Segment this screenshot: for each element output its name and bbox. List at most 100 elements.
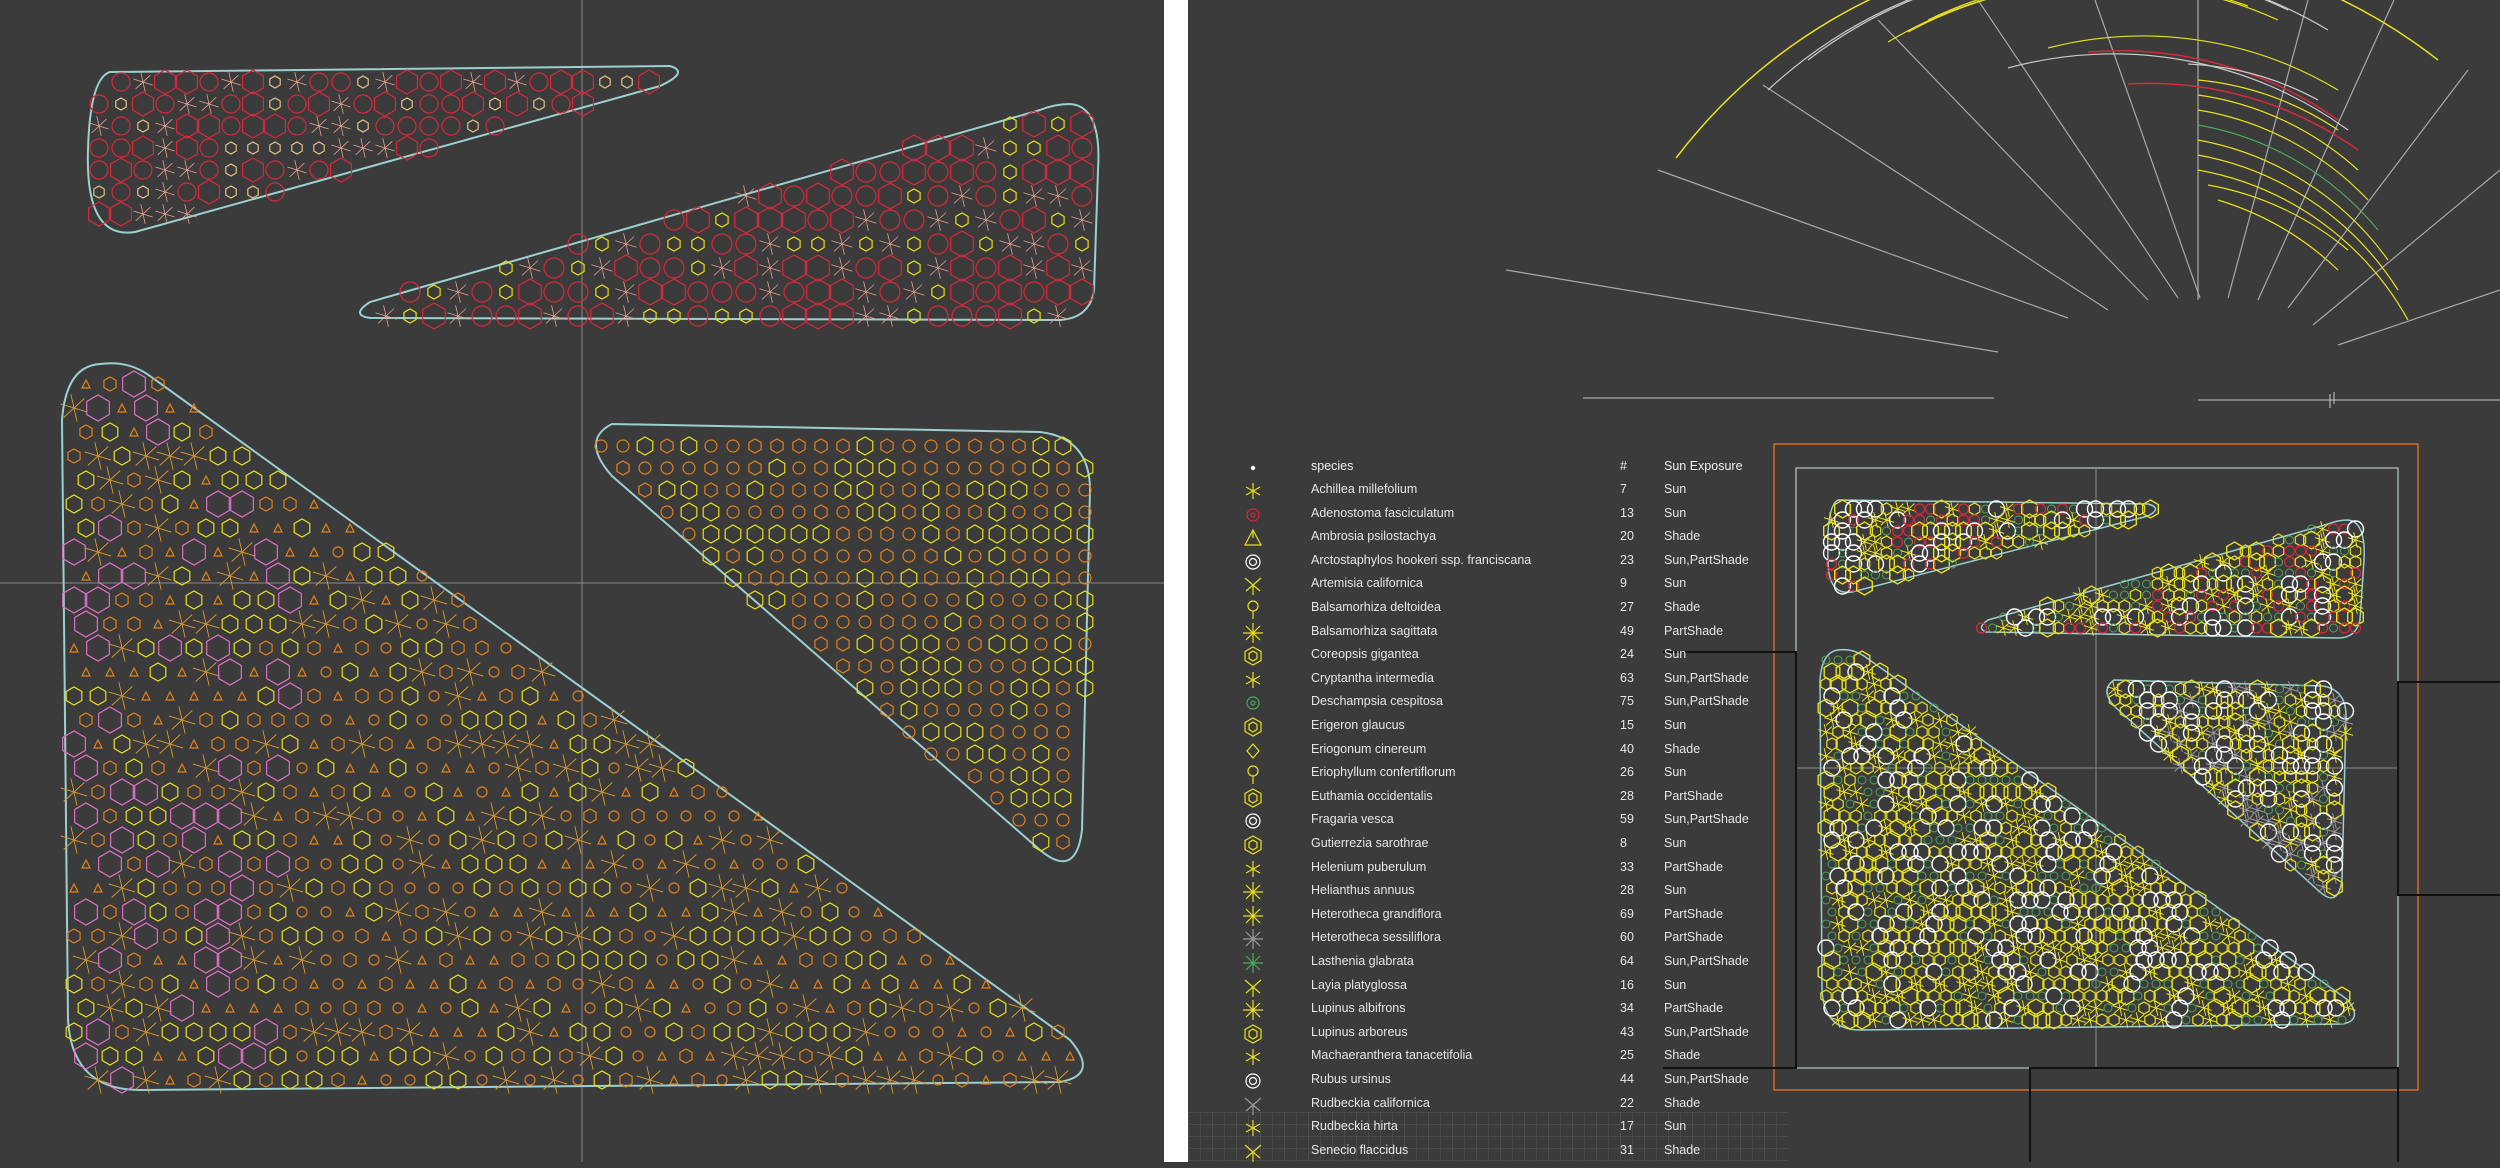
legend-row: Achillea millefolium 7 Sun bbox=[1188, 479, 1788, 502]
star-icon bbox=[1240, 904, 1266, 927]
legend-species-name: Helianthus annuus bbox=[1311, 883, 1415, 898]
legend-sun-exposure: Sun,PartShade bbox=[1664, 954, 1749, 968]
legend-row: Rudbeckia californica 22 Shade bbox=[1188, 1093, 1788, 1116]
legend-row: Helianthus annuus 28 Sun bbox=[1188, 880, 1788, 903]
legend-row: Cryptantha intermedia 63 Sun,PartShade bbox=[1188, 668, 1788, 691]
legend-row: Helenium puberulum 33 PartShade bbox=[1188, 857, 1788, 880]
legend-species-count: 31 bbox=[1620, 1142, 1634, 1157]
fork-icon bbox=[1240, 975, 1266, 998]
legend-species-count: 7 bbox=[1620, 482, 1627, 496]
legend-species-count: 43 bbox=[1620, 1024, 1634, 1039]
legend-row: Machaeranthera tanacetifolia 25 Shade bbox=[1188, 1045, 1788, 1068]
legend-sun-exposure: Shade bbox=[1664, 529, 1701, 544]
bed-boundary-2[interactable] bbox=[359, 102, 1100, 322]
legend-row: Balsamorhiza sagittata 49 PartShade bbox=[1188, 621, 1788, 644]
fork-icon bbox=[1240, 573, 1266, 596]
legend-sun-exposure: Sun bbox=[1664, 576, 1687, 591]
legend-row: Fragaria vesca 59 Sun,PartShade bbox=[1188, 809, 1788, 832]
legend-species-count: 59 bbox=[1620, 812, 1634, 827]
legend-row: Rudbeckia hirta 17 Sun bbox=[1188, 1116, 1788, 1139]
star-icon bbox=[1240, 951, 1266, 974]
legend-species-count: 25 bbox=[1620, 1048, 1634, 1063]
legend-sun-exposure: Sun,PartShade bbox=[1664, 694, 1749, 709]
bed-boundary-3[interactable] bbox=[60, 362, 1084, 1092]
legend-species-name: Adenostoma fasciculatum bbox=[1311, 505, 1455, 520]
legend-species-count: 64 bbox=[1620, 954, 1634, 968]
triangle-icon bbox=[1240, 526, 1266, 549]
legend-row: Arctostaphylos hookeri ssp. franciscana 2… bbox=[1188, 550, 1788, 573]
legend-sun-exposure: Sun bbox=[1664, 482, 1687, 496]
flower-icon bbox=[1240, 597, 1266, 620]
hexagon-icon bbox=[1240, 1022, 1266, 1045]
legend-species-name: Lupinus arboreus bbox=[1311, 1024, 1408, 1039]
star-icon bbox=[1240, 927, 1266, 950]
legend-species-name: Lupinus albifrons bbox=[1311, 1001, 1406, 1016]
legend-species-name: Heterotheca sessiliflora bbox=[1311, 930, 1441, 945]
legend-species-count: 24 bbox=[1620, 647, 1634, 662]
legend-sun-exposure: Sun,PartShade bbox=[1664, 552, 1749, 567]
legend-species-name: Lasthenia glabrata bbox=[1311, 954, 1414, 968]
legend-species-count: 13 bbox=[1620, 505, 1634, 520]
legend-sun-exposure: Sun bbox=[1664, 505, 1687, 520]
viewport-left[interactable] bbox=[0, 0, 1164, 1162]
circle-icon bbox=[1240, 503, 1266, 526]
legend-row: Layia platyglossa 16 Sun bbox=[1188, 975, 1788, 998]
legend-species-name: Cryptantha intermedia bbox=[1311, 670, 1434, 685]
star-icon bbox=[1240, 880, 1266, 903]
legend-sun-exposure: Sun,PartShade bbox=[1664, 670, 1749, 685]
legend-species-count: 26 bbox=[1620, 765, 1634, 780]
legend-species-name: Machaeranthera tanacetifolia bbox=[1311, 1048, 1473, 1063]
legend-row: Senecio flaccidus 31 Shade bbox=[1188, 1140, 1788, 1163]
legend-sun-exposure: Shade bbox=[1664, 1142, 1701, 1157]
legend-header-species: species bbox=[1311, 459, 1354, 473]
legend-species-name: Rudbeckia californica bbox=[1311, 1095, 1430, 1110]
legend-sun-exposure: Sun bbox=[1664, 765, 1687, 780]
legend-species-name: Coreopsis gigantea bbox=[1311, 647, 1419, 662]
legend-sun-exposure: PartShade bbox=[1664, 930, 1724, 945]
legend-species-name: Erigeron glaucus bbox=[1311, 718, 1405, 732]
hexagon-icon bbox=[1240, 715, 1266, 738]
circle-icon bbox=[1240, 691, 1266, 714]
viewport-divider[interactable] bbox=[1164, 0, 1188, 1162]
species-legend: species # Sun Exposure Achillea millefol… bbox=[1188, 450, 1788, 1162]
legend-row: Adenostoma fasciculatum 13 Sun bbox=[1188, 503, 1788, 526]
legend-sun-exposure: Shade bbox=[1664, 1048, 1701, 1063]
legend-sun-exposure: PartShade bbox=[1664, 859, 1724, 874]
plant-symbols-left bbox=[60, 69, 1094, 1094]
asterisk-icon bbox=[1240, 1045, 1266, 1068]
legend-sun-exposure: Sun,PartShade bbox=[1664, 812, 1749, 827]
legend-row: Ambrosia psilostachya 20 Shade bbox=[1188, 526, 1788, 549]
legend-species-name: Rudbeckia hirta bbox=[1311, 1119, 1398, 1134]
fork-icon bbox=[1240, 1140, 1266, 1163]
legend-sun-exposure: Sun bbox=[1664, 836, 1687, 850]
legend-header-count: # bbox=[1620, 459, 1627, 473]
legend-species-count: 69 bbox=[1620, 906, 1634, 921]
legend-species-count: 20 bbox=[1620, 529, 1634, 544]
legend-row: Eriogonum cinereum 40 Shade bbox=[1188, 739, 1788, 762]
legend-species-name: Helenium puberulum bbox=[1311, 859, 1427, 874]
legend-species-name: Euthamia occidentalis bbox=[1311, 788, 1433, 803]
legend-species-name: Gutierrezia sarothrae bbox=[1311, 836, 1429, 850]
dot-icon bbox=[1240, 456, 1266, 479]
ring-icon bbox=[1240, 550, 1266, 573]
legend-species-count: 22 bbox=[1620, 1095, 1634, 1110]
legend-species-name: Eriophyllum confertiflorum bbox=[1311, 765, 1456, 780]
sun-rays bbox=[1505, 0, 2500, 401]
legend-species-name: Fragaria vesca bbox=[1311, 812, 1394, 827]
legend-species-name: Layia platyglossa bbox=[1311, 977, 1407, 992]
legend-header-sun: Sun Exposure bbox=[1664, 459, 1743, 473]
legend-sun-exposure: Sun bbox=[1664, 1119, 1687, 1134]
legend-species-name: Deschampsia cespitosa bbox=[1311, 694, 1444, 709]
legend-species-name: Ambrosia psilostachya bbox=[1311, 529, 1437, 544]
legend-row: Erigeron glaucus 15 Sun bbox=[1188, 715, 1788, 738]
legend-sun-exposure: PartShade bbox=[1664, 788, 1724, 803]
flower-icon bbox=[1240, 762, 1266, 785]
legend-species-count: 28 bbox=[1620, 883, 1634, 898]
legend-species-name: Senecio flaccidus bbox=[1311, 1142, 1409, 1157]
planting-plan-canvas[interactable] bbox=[0, 0, 1164, 1162]
legend-species-count: 28 bbox=[1620, 788, 1634, 803]
legend-sun-exposure: PartShade bbox=[1664, 906, 1724, 921]
legend-species-count: 33 bbox=[1620, 859, 1634, 874]
hexagon-icon bbox=[1240, 644, 1266, 667]
hexagon-icon bbox=[1240, 833, 1266, 856]
